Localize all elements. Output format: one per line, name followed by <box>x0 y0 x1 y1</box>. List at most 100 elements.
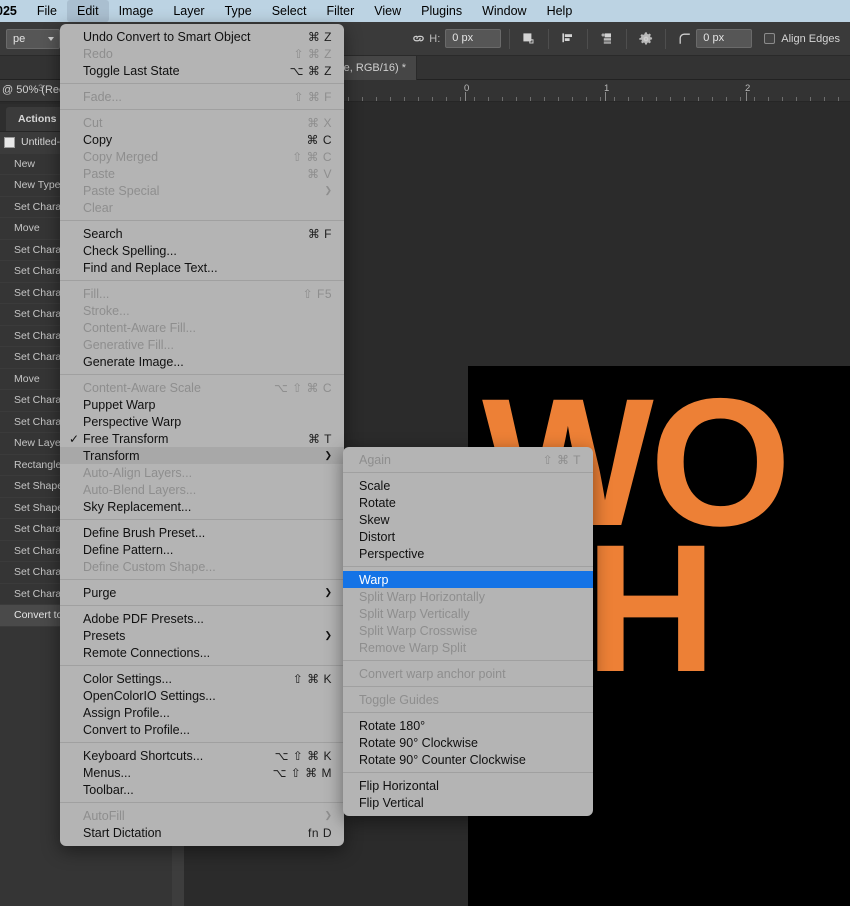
shape-mode-select[interactable]: pe <box>6 28 60 49</box>
menu-item-rotate[interactable]: Rotate <box>343 494 593 511</box>
action-row-label: Move <box>14 222 40 235</box>
chevron-right-icon: ❯ <box>324 810 332 820</box>
menu-item-transform[interactable]: Transform ❯ <box>60 447 344 464</box>
menu-item-label: Again <box>359 452 391 467</box>
menu-separator <box>60 519 344 520</box>
menubar-item-label: Select <box>271 4 307 18</box>
menu-item-label: Rotate 90° Counter Clockwise <box>359 752 526 767</box>
menu-item-label: Adobe PDF Presets... <box>83 611 204 626</box>
menu-item-autofill: AutoFill ❯ <box>60 807 344 824</box>
menu-item-label: Content-Aware Scale <box>83 380 201 395</box>
ruler-tick <box>348 97 349 101</box>
path-arrangement-icon[interactable] <box>596 28 618 50</box>
menu-item-label: Define Pattern... <box>83 542 174 557</box>
menu-item-free-transform[interactable]: ✓ Free Transform ⌘ T <box>60 430 344 447</box>
menu-separator <box>343 660 593 661</box>
menubar-item-image[interactable]: Image <box>109 0 164 22</box>
menu-item-adobe-pdf-presets[interactable]: Adobe PDF Presets... <box>60 610 344 627</box>
menu-separator <box>343 566 593 567</box>
menu-item-label: Fill... <box>83 286 110 301</box>
menu-item-label: Perspective <box>359 546 425 561</box>
menu-item-keyboard-shortcuts[interactable]: Keyboard Shortcuts... ⌥ ⇧ ⌘ K <box>60 747 344 764</box>
menu-item-shortcut: ⌘ Z <box>307 29 332 44</box>
menubar-item-type[interactable]: Type <box>215 0 262 22</box>
menu-item-paste: Paste ⌘ V <box>60 165 344 182</box>
menu-item-rotate-180[interactable]: Rotate 180° <box>343 717 593 734</box>
align-edges-checkbox[interactable] <box>764 33 776 44</box>
menubar-item-help[interactable]: Help <box>537 0 583 22</box>
edit-menu-dropdown[interactable]: Undo Convert to Smart Object ⌘ Z Redo ⇧ ⌘ Z… <box>60 24 344 846</box>
corner-radius-input[interactable]: 0 px <box>696 29 753 48</box>
menu-item-menus[interactable]: Menus... ⌥ ⇧ ⌘ M <box>60 764 344 781</box>
menu-item-label: Convert to Profile... <box>83 722 190 737</box>
menu-item-label: Fade... <box>83 89 122 104</box>
menubar-item-label: Plugins <box>421 4 463 18</box>
menubar-item-label: Image <box>118 4 154 18</box>
menu-item-sky-replacement[interactable]: Sky Replacement... <box>60 498 344 515</box>
menu-item-define-brush-preset[interactable]: Define Brush Preset... <box>60 524 344 541</box>
path-operations-icon[interactable] <box>518 28 540 50</box>
menubar-item-edit[interactable]: Edit <box>67 0 109 22</box>
menubar-item-window[interactable]: Window <box>472 0 536 22</box>
menu-item-label: Generative Fill... <box>83 337 175 352</box>
menu-item-label: Toolbar... <box>83 782 134 797</box>
menu-item-label: Menus... <box>83 765 131 780</box>
menu-item-purge[interactable]: Purge ❯ <box>60 584 344 601</box>
menu-item-flip-horizontal[interactable]: Flip Horizontal <box>343 777 593 794</box>
menu-item-rotate-90-clockwise[interactable]: Rotate 90° Clockwise <box>343 734 593 751</box>
menu-item-define-pattern[interactable]: Define Pattern... <box>60 541 344 558</box>
link-icon[interactable] <box>407 28 429 50</box>
menubar-item-layer[interactable]: Layer <box>163 0 214 22</box>
menu-item-color-settings[interactable]: Color Settings... ⇧ ⌘ K <box>60 670 344 687</box>
menu-item-find-and-replace-text[interactable]: Find and Replace Text... <box>60 259 344 276</box>
menu-item-shortcut: ⌥ ⇧ ⌘ M <box>272 765 332 780</box>
path-alignment-icon[interactable] <box>557 28 579 50</box>
menubar-item-plugins[interactable]: Plugins <box>411 0 472 22</box>
menu-item-label: Define Custom Shape... <box>83 559 216 574</box>
menu-item-start-dictation[interactable]: Start Dictation fn D <box>60 824 344 841</box>
action-row-label: Move <box>14 372 40 385</box>
menu-item-toolbar[interactable]: Toolbar... <box>60 781 344 798</box>
menu-item-skew[interactable]: Skew <box>343 511 593 528</box>
menu-item-assign-profile[interactable]: Assign Profile... <box>60 704 344 721</box>
menu-item-copy[interactable]: Copy ⌘ C <box>60 131 344 148</box>
menu-item-puppet-warp[interactable]: Puppet Warp <box>60 396 344 413</box>
menubar-item-label: Layer <box>173 4 205 18</box>
menu-item-generate-image[interactable]: Generate Image... <box>60 353 344 370</box>
menu-item-remote-connections[interactable]: Remote Connections... <box>60 644 344 661</box>
menu-item-label: Toggle Last State <box>83 63 180 78</box>
ruler-label-0: 0 <box>464 83 470 94</box>
menu-item-search[interactable]: Search ⌘ F <box>60 225 344 242</box>
height-input[interactable]: 0 px <box>445 29 502 48</box>
menubar-item-file[interactable]: File <box>27 0 67 22</box>
menu-item-shortcut: ⌥ ⇧ ⌘ C <box>273 380 332 395</box>
menubar-item-view[interactable]: View <box>364 0 411 22</box>
align-edges-label: Align Edges <box>781 32 840 45</box>
ruler-tick <box>474 97 475 101</box>
menu-item-label: Free Transform <box>83 431 169 446</box>
menu-item-rotate-90-counter-clockwise[interactable]: Rotate 90° Counter Clockwise <box>343 751 593 768</box>
menu-item-undo-convert-to-smart-object[interactable]: Undo Convert to Smart Object ⌘ Z <box>60 28 344 45</box>
menu-item-toggle-last-state[interactable]: Toggle Last State ⌥ ⌘ Z <box>60 62 344 79</box>
menu-item-presets[interactable]: Presets ❯ <box>60 627 344 644</box>
menu-item-auto-align-layers: Auto-Align Layers... <box>60 464 344 481</box>
gear-icon[interactable] <box>635 28 657 50</box>
menubar-item-filter[interactable]: Filter <box>316 0 364 22</box>
chevron-right-icon: ❯ <box>324 185 332 195</box>
menu-item-perspective[interactable]: Perspective <box>343 545 593 562</box>
menu-item-opencolorio-settings[interactable]: OpenColorIO Settings... <box>60 687 344 704</box>
macos-menu-bar[interactable]: 025 File Edit Image Layer Type Select Filter Vi… <box>0 0 850 22</box>
menu-item-flip-vertical[interactable]: Flip Vertical <box>343 794 593 811</box>
menu-item-perspective-warp[interactable]: Perspective Warp <box>60 413 344 430</box>
action-toggle-checkbox[interactable] <box>4 136 15 148</box>
menu-item-convert-to-profile[interactable]: Convert to Profile... <box>60 721 344 738</box>
menu-item-scale[interactable]: Scale <box>343 477 593 494</box>
menubar-item-select[interactable]: Select <box>262 0 317 22</box>
menu-item-warp[interactable]: Warp <box>343 571 593 588</box>
menu-separator <box>60 802 344 803</box>
menu-item-check-spelling[interactable]: Check Spelling... <box>60 242 344 259</box>
transform-submenu[interactable]: Again ⇧ ⌘ T Scale Rotate Skew Distort Perspect… <box>343 447 593 816</box>
menu-item-label: Auto-Align Layers... <box>83 465 193 480</box>
menu-item-distort[interactable]: Distort <box>343 528 593 545</box>
menu-item-label: OpenColorIO Settings... <box>83 688 216 703</box>
